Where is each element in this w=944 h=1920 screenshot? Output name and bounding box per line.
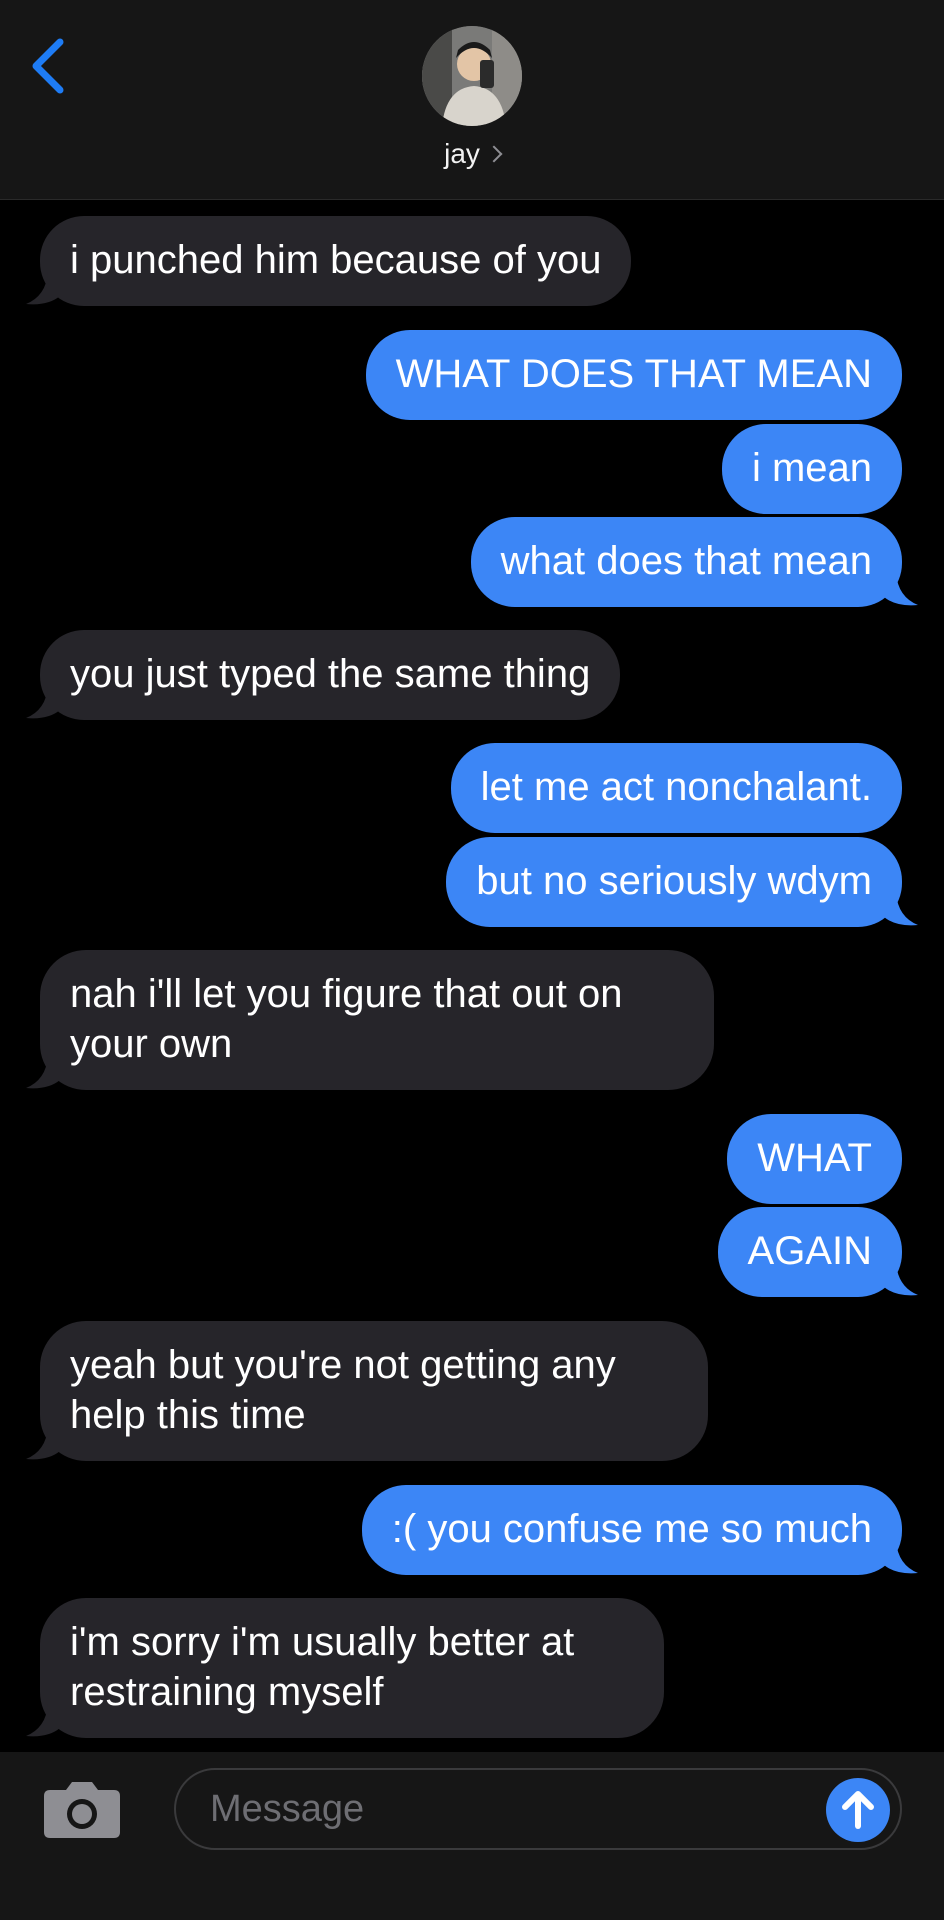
bubble-tail [26,1056,60,1089]
message-text: you just typed the same thing [70,652,591,696]
message-incoming[interactable]: i punched him because of you [40,216,632,306]
message-outgoing[interactable]: what does that mean [470,517,902,607]
message-outgoing[interactable]: WHAT [727,1114,902,1204]
message-text: WHAT DOES THAT MEAN [395,352,872,396]
chevron-right-icon [485,145,503,163]
message-input[interactable]: Message [174,1768,902,1850]
message-text: but no seriously wdym [476,859,872,903]
composer-bar: Message [0,1752,944,1920]
message-text: i punched him because of you [70,238,602,282]
contact-avatar[interactable] [422,26,522,126]
bubble-tail [884,573,918,606]
message-outgoing[interactable]: let me act nonchalant. [450,743,902,833]
bubble-tail [26,1704,60,1737]
bubble-tail [884,1541,918,1574]
message-incoming[interactable]: you just typed the same thing [40,630,621,720]
message-text: WHAT [757,1136,872,1180]
message-text: what does that mean [500,539,872,583]
bubble-tail [26,272,60,305]
arrow-up-icon [842,1791,874,1829]
message-text: i'm sorry i'm usually better at restrain… [70,1620,575,1714]
send-button[interactable] [826,1778,890,1842]
conversation-header: jay [0,0,944,200]
message-outgoing[interactable]: i mean [721,424,902,514]
message-outgoing[interactable]: :( you confuse me so much [361,1485,902,1575]
bubble-tail [26,686,60,719]
contact-name-button[interactable]: jay [0,138,944,170]
message-text: let me act nonchalant. [480,765,872,809]
message-text: yeah but you're not getting any help thi… [70,1343,616,1437]
bubble-tail [884,1263,918,1296]
back-icon[interactable] [28,36,72,96]
bubble-tail [884,893,918,926]
message-incoming[interactable]: yeah but you're not getting any help thi… [40,1321,708,1461]
message-text: i mean [751,446,872,490]
message-incoming[interactable]: i'm sorry i'm usually better at restrain… [40,1598,664,1738]
message-outgoing[interactable]: AGAIN [717,1207,902,1297]
message-text: nah i'll let you figure that out on your… [70,972,623,1066]
contact-name: jay [444,138,480,169]
message-outgoing[interactable]: WHAT DOES THAT MEAN [365,330,902,420]
message-outgoing[interactable]: but no seriously wdym [446,837,902,927]
message-incoming[interactable]: nah i'll let you figure that out on your… [40,950,714,1090]
bubble-tail [26,1427,60,1460]
camera-icon[interactable] [42,1778,122,1840]
message-text: AGAIN [747,1229,872,1273]
message-input-placeholder: Message [210,1788,365,1830]
message-text: :( you confuse me so much [391,1507,872,1551]
